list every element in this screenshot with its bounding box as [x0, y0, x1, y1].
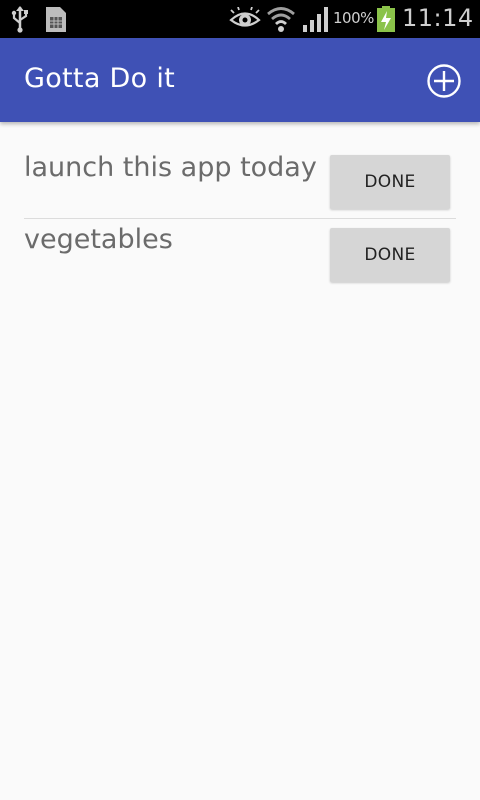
app-bar: Gotta Do it	[0, 38, 480, 122]
signal-icon	[300, 5, 332, 33]
eye-icon	[229, 5, 261, 33]
task-list: launch this app today DONE vegetables DO…	[0, 122, 480, 292]
battery-percentage: 100%	[333, 9, 374, 27]
sim-card-icon	[42, 5, 70, 33]
done-button[interactable]: DONE	[330, 155, 450, 209]
done-button[interactable]: DONE	[330, 228, 450, 282]
wifi-icon	[266, 5, 296, 33]
task-item: vegetables DONE	[0, 218, 480, 292]
app-title: Gotta Do it	[24, 63, 176, 94]
add-task-button[interactable]	[426, 63, 462, 99]
battery-charging-icon	[375, 5, 397, 33]
usb-icon	[8, 5, 32, 33]
task-item: launch this app today DONE	[0, 122, 480, 219]
task-text: launch this app today	[24, 152, 317, 183]
task-text: vegetables	[24, 224, 173, 255]
status-bar: 100% 11:14	[0, 0, 480, 38]
app-screen: 100% 11:14 Gotta Do it launch this app t…	[0, 0, 480, 800]
clock-time: 11:14	[402, 4, 474, 32]
add-circle-icon	[427, 64, 461, 98]
